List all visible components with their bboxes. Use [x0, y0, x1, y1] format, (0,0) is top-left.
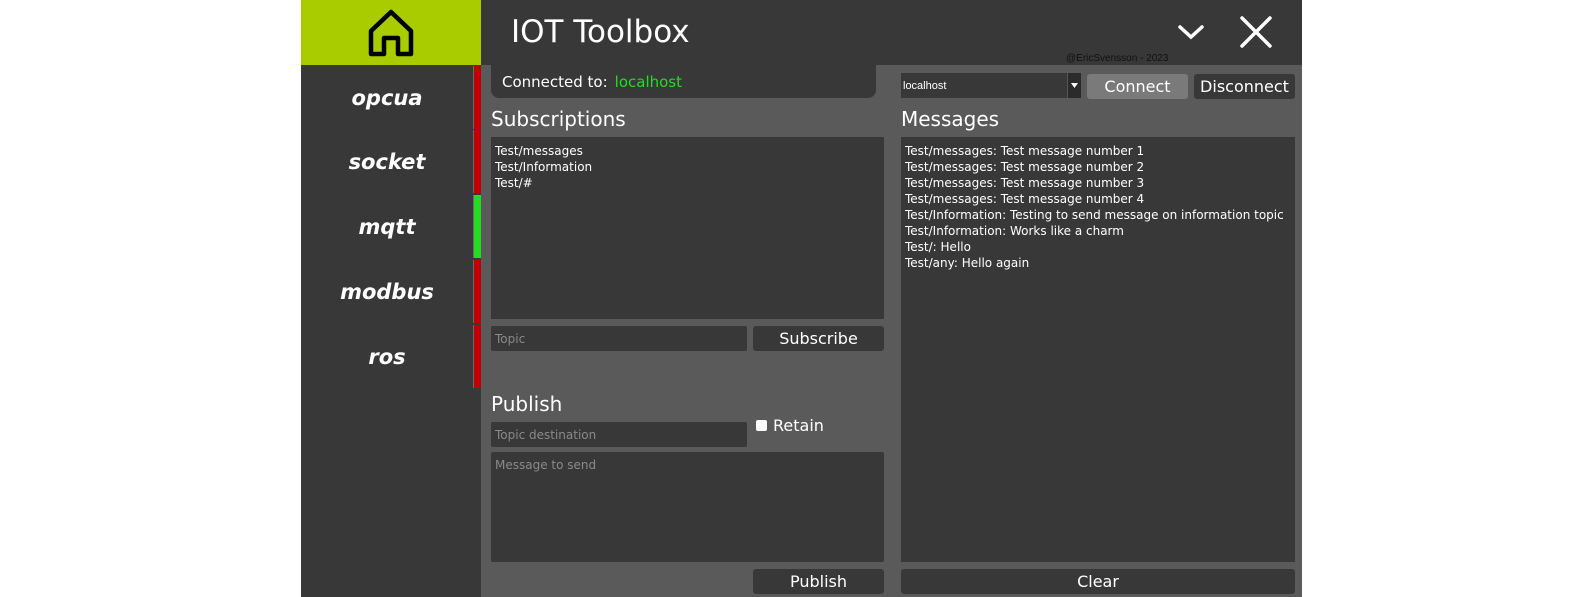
home-button[interactable]	[301, 0, 481, 65]
sidebar-item-modbus[interactable]: modbus	[301, 260, 473, 324]
list-item: Test/messages: Test message number 4	[905, 192, 1145, 206]
sidebar-item-opcua[interactable]: opcua	[301, 66, 473, 130]
checkbox-box[interactable]	[756, 420, 767, 431]
host-select-value: localhost	[903, 79, 947, 92]
list-item: Test/messages: Test message number 1	[905, 144, 1145, 158]
sidebar-item-mqtt[interactable]: mqtt	[301, 195, 473, 259]
close-button[interactable]	[1236, 12, 1276, 52]
minimize-button[interactable]	[1171, 12, 1211, 52]
status-indicator-modbus	[473, 260, 481, 323]
subscribe-button[interactable]: Subscribe	[753, 326, 884, 351]
clear-button[interactable]: Clear	[901, 569, 1295, 594]
connect-button[interactable]: Connect	[1087, 74, 1188, 99]
chevron-down-icon	[1178, 25, 1204, 40]
connection-label: Connected to:	[502, 72, 608, 91]
retain-checkbox[interactable]: Retain	[756, 416, 824, 435]
app-title: IOT Toolbox	[511, 14, 690, 50]
topic-destination-input[interactable]	[491, 422, 747, 447]
list-item: Test/messages: Test message number 3	[905, 176, 1145, 190]
status-indicator-ros	[473, 325, 481, 388]
messages-list[interactable]: Test/messages: Test message number 1 Test…	[901, 137, 1295, 562]
list-item: Test/Information: Works like a charm	[905, 224, 1124, 238]
close-icon	[1240, 16, 1272, 48]
publish-title: Publish	[491, 392, 563, 416]
list-item[interactable]: Test/Information	[495, 159, 880, 175]
connection-status-bar: Connected to: localhost	[491, 65, 876, 98]
header: IOT Toolbox	[481, 0, 1302, 65]
sidebar: opcua socket mqtt modbus ros	[301, 0, 481, 597]
message-input[interactable]	[491, 452, 884, 562]
list-item: Test/Information: Testing to send messag…	[905, 208, 1284, 222]
list-item[interactable]: Test/#	[495, 175, 880, 191]
connection-host: localhost	[614, 72, 682, 91]
list-item: Test/messages: Test message number 2	[905, 160, 1145, 174]
messages-title: Messages	[901, 107, 1000, 131]
list-item: Test/: Hello	[905, 240, 971, 254]
sidebar-item-ros[interactable]: ros	[301, 325, 473, 389]
subscriptions-title: Subscriptions	[491, 107, 626, 131]
status-indicator-socket	[473, 130, 481, 193]
topic-input[interactable]	[491, 326, 747, 351]
copyright-text: @EricSvensson - 2023	[1066, 53, 1169, 64]
retain-label: Retain	[773, 416, 824, 435]
list-item: Test/any: Hello again	[905, 256, 1030, 270]
home-icon	[368, 9, 414, 56]
host-select[interactable]: localhost	[901, 73, 1081, 98]
dropdown-arrow-icon[interactable]	[1067, 73, 1081, 98]
status-indicator-opcua	[473, 66, 481, 129]
list-item[interactable]: Test/messages	[495, 143, 880, 159]
subscriptions-list[interactable]: Test/messages Test/Information Test/#	[491, 137, 884, 319]
sidebar-item-socket[interactable]: socket	[301, 130, 473, 194]
disconnect-button[interactable]: Disconnect	[1194, 74, 1295, 99]
status-indicator-mqtt	[473, 195, 481, 258]
publish-button[interactable]: Publish	[753, 569, 884, 594]
